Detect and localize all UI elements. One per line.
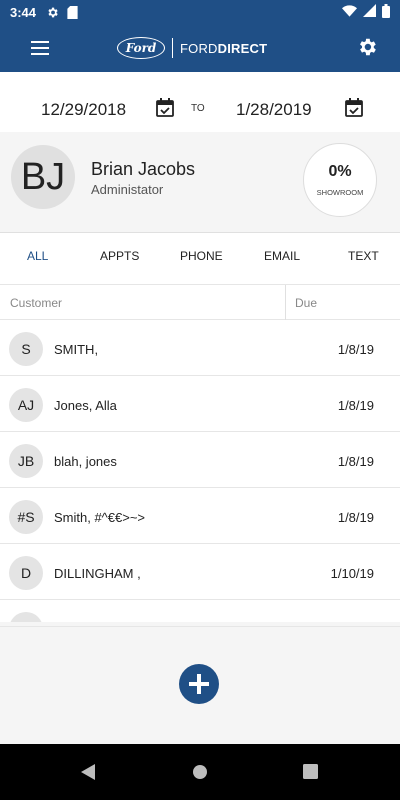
ford-oval-logo: Ford xyxy=(117,37,165,59)
showroom-label: SHOWROOM xyxy=(316,188,364,197)
table-row[interactable] xyxy=(0,600,400,622)
tab-all[interactable]: ALL xyxy=(27,249,48,263)
avatar: BJ xyxy=(11,145,75,209)
tab-appts[interactable]: APPTS xyxy=(100,249,139,263)
due-date: 1/8/19 xyxy=(337,398,374,413)
table-row[interactable]: AJ Jones, Alla 1/8/19 xyxy=(0,376,400,432)
hamburger-menu-icon[interactable] xyxy=(20,24,60,72)
wifi-icon xyxy=(342,4,357,20)
filter-tabs: ALL APPTS PHONE EMAIL TEXT xyxy=(0,232,400,284)
showroom-percent: 0% xyxy=(328,163,352,180)
customer-avatar: JB xyxy=(9,444,43,478)
user-name: Brian Jacobs xyxy=(91,159,196,179)
sd-card-icon xyxy=(67,5,78,19)
table-row[interactable]: JB blah, jones 1/8/19 xyxy=(0,432,400,488)
table-header: Customer Due xyxy=(0,284,400,321)
bottom-action-area xyxy=(0,626,400,744)
gear-icon[interactable] xyxy=(356,36,380,60)
brand-ford-text: FORD xyxy=(180,40,218,56)
end-date[interactable]: 1/28/2019 xyxy=(236,100,312,120)
customer-avatar: AJ xyxy=(9,388,43,422)
forddirect-wordmark: FORDDIRECT xyxy=(180,41,267,56)
tab-phone[interactable]: PHONE xyxy=(180,249,223,263)
customer-avatar xyxy=(9,612,43,622)
due-date: 1/8/19 xyxy=(337,454,374,469)
customer-avatar: S xyxy=(9,332,43,366)
tab-text[interactable]: TEXT xyxy=(348,249,379,263)
customer-name: Jones, Alla xyxy=(54,398,117,413)
customer-list[interactable]: S SMITH, 1/8/19 AJ Jones, Alla 1/8/19 JB… xyxy=(0,320,400,622)
start-date[interactable]: 12/29/2018 xyxy=(41,100,126,120)
user-role: Administator xyxy=(91,182,164,197)
start-calendar-icon[interactable] xyxy=(156,98,176,118)
table-row[interactable]: #S Smith, #^€€>~> 1/8/19 xyxy=(0,488,400,544)
settings-icon xyxy=(46,6,59,19)
tab-email[interactable]: EMAIL xyxy=(264,249,300,263)
forddirect-logo: Ford FORDDIRECT xyxy=(117,34,267,62)
customer-avatar: D xyxy=(9,556,43,590)
app-bar: Ford FORDDIRECT xyxy=(0,24,400,72)
add-button[interactable] xyxy=(179,664,219,704)
table-row[interactable]: S SMITH, 1/8/19 xyxy=(0,320,400,376)
customer-name: Smith, #^€€>~> xyxy=(54,510,146,525)
due-date: 1/10/19 xyxy=(330,566,374,581)
customer-avatar: #S xyxy=(9,500,43,534)
customer-name: SMITH, xyxy=(54,342,99,357)
brand-direct-text: DIRECT xyxy=(217,40,268,56)
status-right-icons xyxy=(342,3,390,21)
logo-divider xyxy=(172,38,173,58)
signal-icon xyxy=(363,4,376,20)
date-range-bar: 12/29/2018 TO 1/28/2019 xyxy=(0,72,400,132)
to-label: TO xyxy=(191,103,205,114)
table-row[interactable]: D DILLINGHAM , 1/10/19 xyxy=(0,544,400,600)
home-icon[interactable] xyxy=(192,764,210,782)
profile-section: BJ Brian Jacobs Administator 0% SHOWROOM xyxy=(0,132,400,228)
end-calendar-icon[interactable] xyxy=(345,98,365,118)
battery-icon xyxy=(382,3,390,21)
showroom-percent-badge[interactable]: 0% SHOWROOM xyxy=(303,143,377,217)
plus-icon xyxy=(189,674,209,694)
due-date: 1/8/19 xyxy=(337,510,374,525)
customer-name: DILLINGHAM , xyxy=(54,566,141,581)
column-divider xyxy=(285,285,286,321)
system-nav-bar xyxy=(0,744,400,800)
status-time: 3:44 xyxy=(10,4,37,20)
status-bar: 3:44 xyxy=(0,0,400,24)
due-date: 1/8/19 xyxy=(337,342,374,357)
customer-column-header[interactable]: Customer xyxy=(10,296,62,310)
back-icon[interactable] xyxy=(81,764,99,782)
recents-icon[interactable] xyxy=(303,764,321,782)
due-column-header[interactable]: Due xyxy=(295,296,317,310)
customer-name: blah, jones xyxy=(54,454,117,469)
